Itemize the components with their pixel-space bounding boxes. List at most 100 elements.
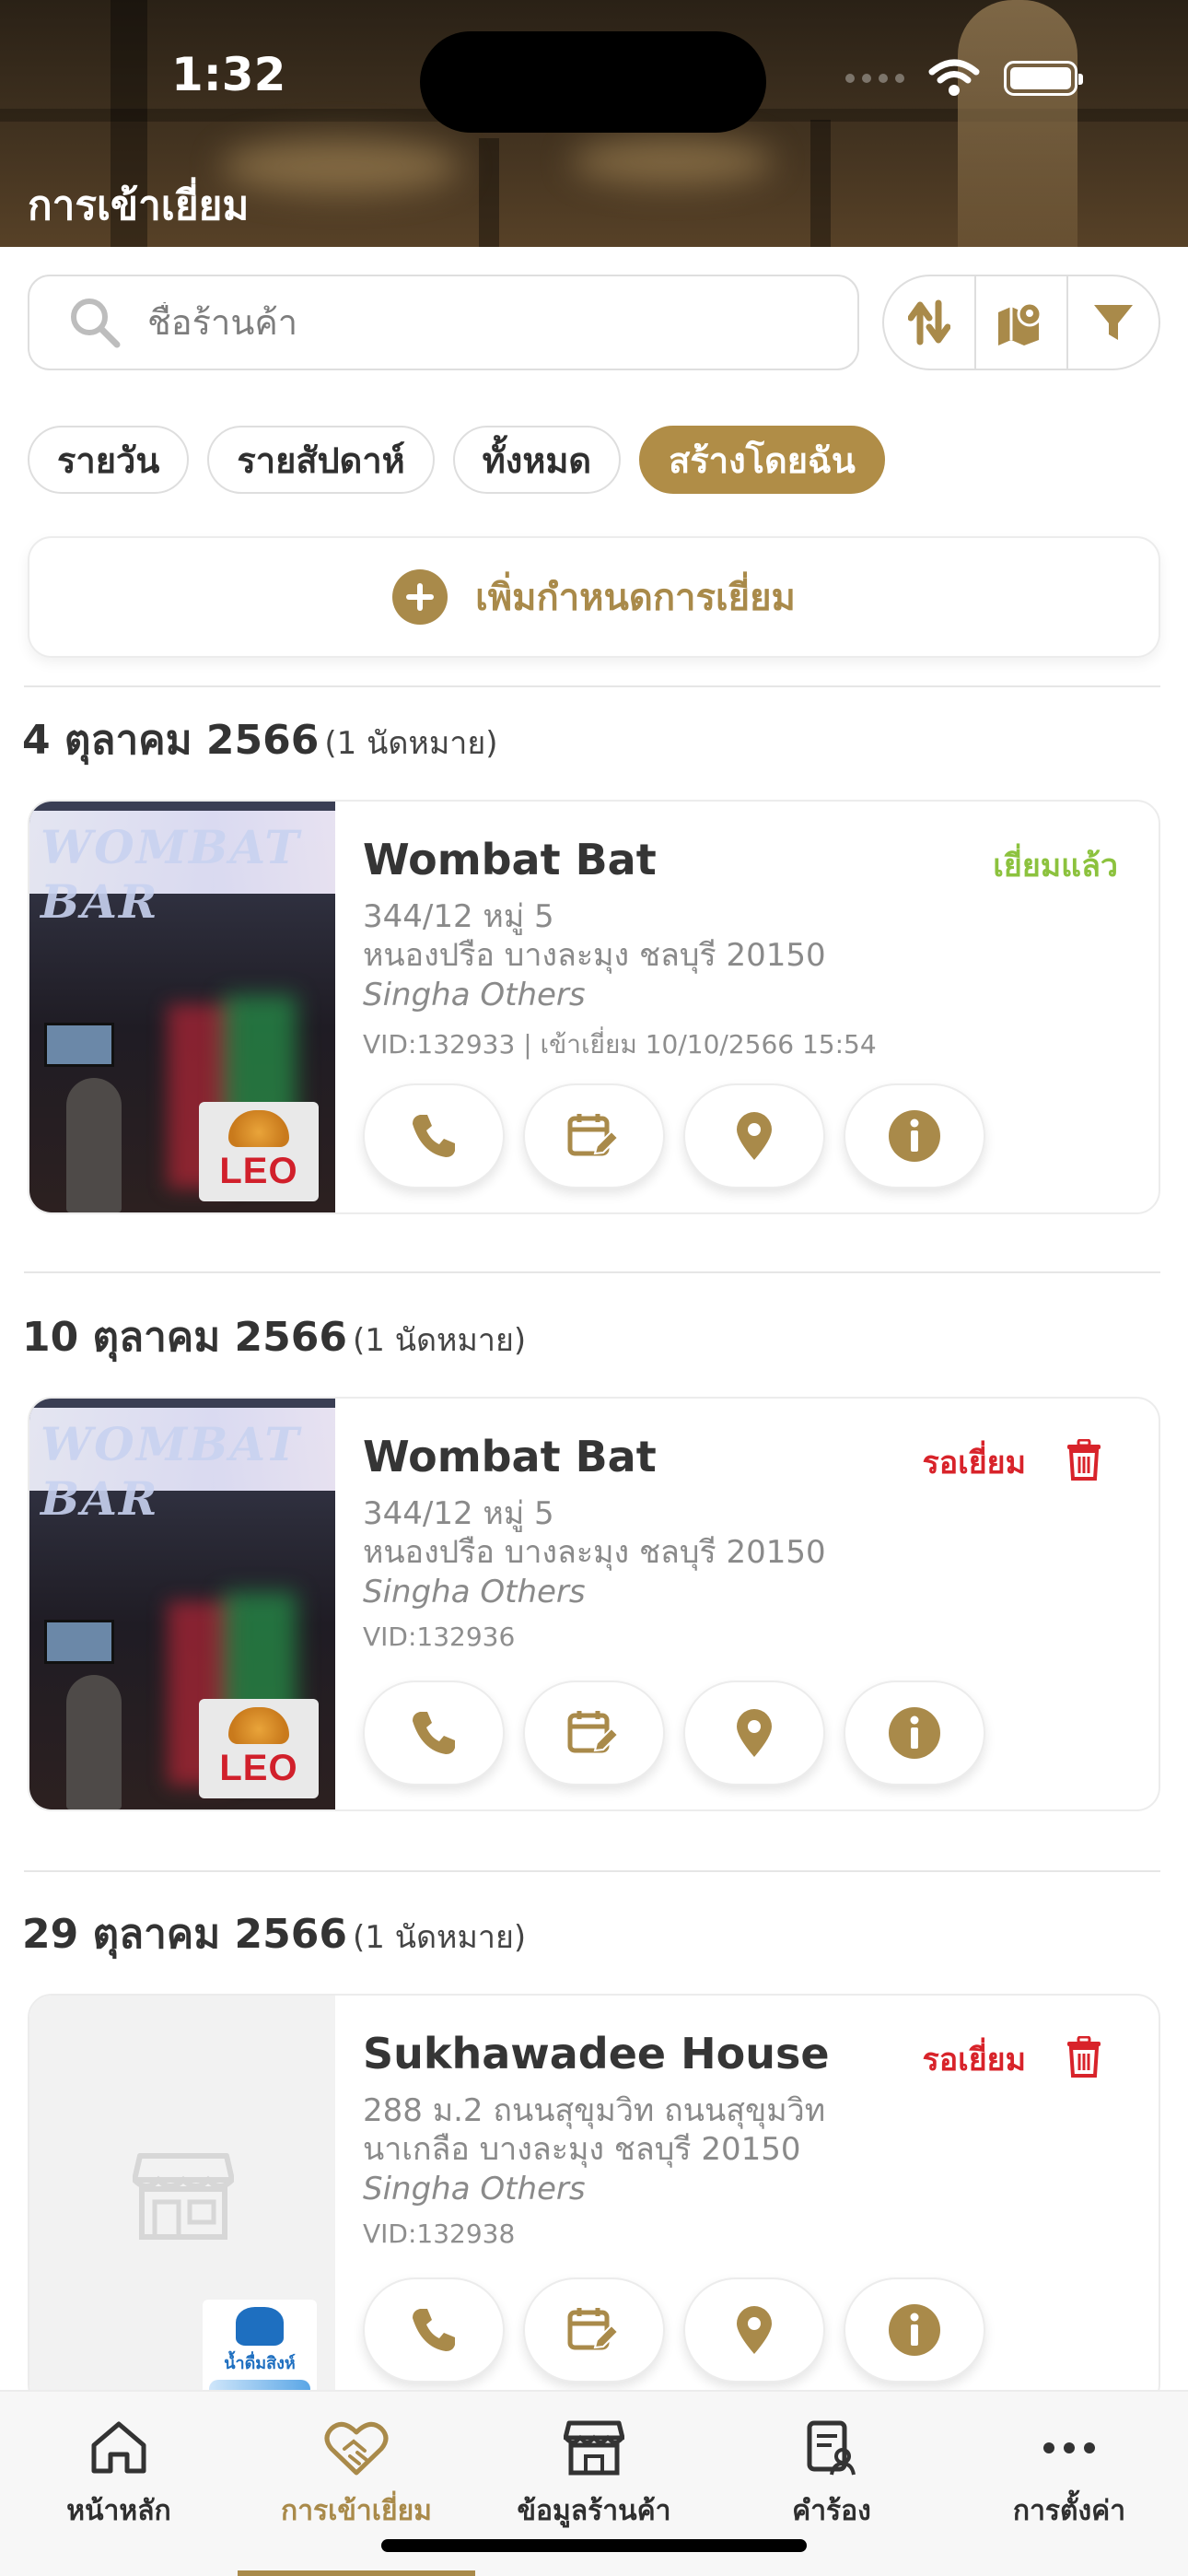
chip-all[interactable]: ทั้งหมด <box>452 426 622 494</box>
search-input[interactable] <box>147 302 792 343</box>
toolbar-group <box>882 275 1160 370</box>
vid-label: VID:132936 <box>363 1622 516 1652</box>
card-actions <box>363 1680 985 1786</box>
appointment-count: (1 นัดหมาย) <box>353 1919 527 1956</box>
edit-schedule-button[interactable] <box>523 1083 665 1188</box>
address-line-1: 288 ม.2 ถนนสุขุมวิท ถนนสุขุมวิท <box>363 2092 826 2129</box>
address-line-2: หนองปรือ บางละมุง ชลบุรี 20150 <box>363 937 826 974</box>
plus-circle-icon <box>392 569 448 625</box>
add-visit-schedule-label: เพิ่มกำหนดการเยี่ยม <box>475 577 796 619</box>
info-icon <box>889 1707 940 1759</box>
status-icons <box>845 59 1083 98</box>
visit-card[interactable]: น้ำดื่มสิงห์ Sukhawadee House รอเยี่ยม 2… <box>28 1994 1160 2408</box>
home-icon <box>91 2421 146 2474</box>
call-button[interactable] <box>363 1680 505 1786</box>
signal-icon <box>845 74 904 83</box>
status-badge: เยี่ยมแล้ว <box>993 848 1118 884</box>
phone-icon <box>413 1712 455 1754</box>
location-button[interactable] <box>683 1083 825 1188</box>
address-line-2: หนองปรือ บางละมุง ชลบุรี 20150 <box>363 1534 826 1571</box>
location-pin-icon <box>737 1709 772 1757</box>
location-button[interactable] <box>683 2277 825 2383</box>
location-pin-icon <box>737 1112 772 1160</box>
tab-requests[interactable]: คำร้อง <box>713 2419 950 2533</box>
tab-settings[interactable]: การตั้งค่า <box>950 2419 1188 2533</box>
calendar-edit-icon <box>567 2308 620 2350</box>
status-badge: รอเยี่ยม <box>922 2042 1026 2078</box>
filter-funnel-icon <box>1094 305 1133 340</box>
map-button[interactable] <box>976 276 1068 369</box>
address-line-1: 344/12 หมู่ 5 <box>363 898 554 935</box>
search-box[interactable] <box>28 275 859 370</box>
call-button[interactable] <box>363 2277 505 2383</box>
phone-icon <box>413 1115 455 1157</box>
active-tab-indicator <box>238 2570 475 2576</box>
chip-daily[interactable]: รายวัน <box>28 426 190 494</box>
location-button[interactable] <box>683 1680 825 1786</box>
date-label: 4 ตุลาคม 2566 <box>22 717 320 764</box>
calendar-edit-icon <box>567 1114 620 1156</box>
info-button[interactable] <box>844 1083 985 1188</box>
brand-label: Singha Others <box>363 1574 586 1610</box>
date-label: 10 ตุลาคม 2566 <box>22 1314 348 1361</box>
trash-icon[interactable] <box>1065 1439 1103 1481</box>
request-document-icon <box>807 2420 856 2476</box>
wifi-icon <box>928 59 980 96</box>
chip-created-by-me[interactable]: สร้างโดยฉัน <box>639 426 885 494</box>
info-button[interactable] <box>844 1680 985 1786</box>
shop-photo: WOMBAT BAR LEO <box>29 1399 335 1809</box>
date-label: 29 ตุลาคม 2566 <box>22 1911 348 1958</box>
filter-chips: รายวัน รายสัปดาห์ ทั้งหมด สร้างโดยฉัน <box>28 426 885 494</box>
visit-card[interactable]: WOMBAT BAR LEO Wombat Bat รอเยี่ยม 344/1… <box>28 1397 1160 1811</box>
trash-icon[interactable] <box>1065 2036 1103 2078</box>
card-actions <box>363 2277 985 2383</box>
appointment-count: (1 นัดหมาย) <box>324 725 498 762</box>
map-icon <box>998 301 1042 345</box>
divider <box>24 685 1160 687</box>
handshake-heart-icon <box>324 2421 389 2476</box>
shop-photo-placeholder: น้ำดื่มสิงห์ <box>29 1996 335 2406</box>
address-line-1: 344/12 หมู่ 5 <box>363 1495 554 1532</box>
tab-requests-label: คำร้อง <box>792 2495 871 2527</box>
divider <box>24 1870 1160 1872</box>
tab-visits[interactable]: การเข้าเยี่ยม <box>238 2419 475 2533</box>
statue-image <box>958 0 1077 247</box>
sort-arrows-icon <box>908 299 950 345</box>
divider <box>24 1271 1160 1273</box>
header-banner: 1:32 การเข้าเยี่ยม <box>0 0 1188 247</box>
shop-name: Wombat Bat <box>363 1432 657 1481</box>
sort-button[interactable] <box>884 276 976 369</box>
status-badge: รอเยี่ยม <box>922 1445 1026 1481</box>
phone-icon <box>413 2309 455 2351</box>
dynamic-island <box>420 31 766 133</box>
shop-photo: WOMBAT BAR LEO <box>29 802 335 1212</box>
chip-weekly[interactable]: รายสัปดาห์ <box>207 426 435 494</box>
card-actions <box>363 1083 985 1188</box>
info-button[interactable] <box>844 2277 985 2383</box>
tab-store-info-label: ข้อมูลร้านค้า <box>517 2495 671 2527</box>
vid-label: VID:132938 <box>363 2219 516 2249</box>
status-time: 1:32 <box>171 48 286 101</box>
add-visit-schedule-button[interactable]: เพิ่มกำหนดการเยี่ยม <box>28 536 1160 658</box>
vid-label: VID:132933 | เข้าเยี่ยม 10/10/2566 15:54 <box>363 1029 877 1060</box>
call-button[interactable] <box>363 1083 505 1188</box>
filter-button[interactable] <box>1068 276 1159 369</box>
date-heading: 4 ตุลาคม 2566 (1 นัดหมาย) <box>22 708 498 772</box>
address-line-2: นาเกลือ บางละมุง ชลบุรี 20150 <box>363 2131 801 2168</box>
tab-visits-label: การเข้าเยี่ยม <box>281 2495 432 2527</box>
edit-schedule-button[interactable] <box>523 1680 665 1786</box>
tab-home[interactable]: หน้าหลัก <box>0 2419 238 2533</box>
date-heading: 29 ตุลาคม 2566 (1 นัดหมาย) <box>22 1902 526 1966</box>
brand-label: Singha Others <box>363 2171 586 2207</box>
brand-label: Singha Others <box>363 977 586 1013</box>
visit-card[interactable]: WOMBAT BAR LEO Wombat Bat เยี่ยมแล้ว 344… <box>28 800 1160 1214</box>
leo-logo: LEO <box>199 1699 319 1798</box>
page-title: การเข้าเยี่ยม <box>28 182 250 229</box>
home-indicator[interactable] <box>381 2539 807 2552</box>
info-icon <box>889 2304 940 2356</box>
location-pin-icon <box>737 2306 772 2354</box>
tab-store-info[interactable]: ข้อมูลร้านค้า <box>475 2419 713 2533</box>
edit-schedule-button[interactable] <box>523 2277 665 2383</box>
tab-settings-label: การตั้งค่า <box>1012 2495 1126 2527</box>
store-placeholder-icon <box>133 2153 234 2240</box>
